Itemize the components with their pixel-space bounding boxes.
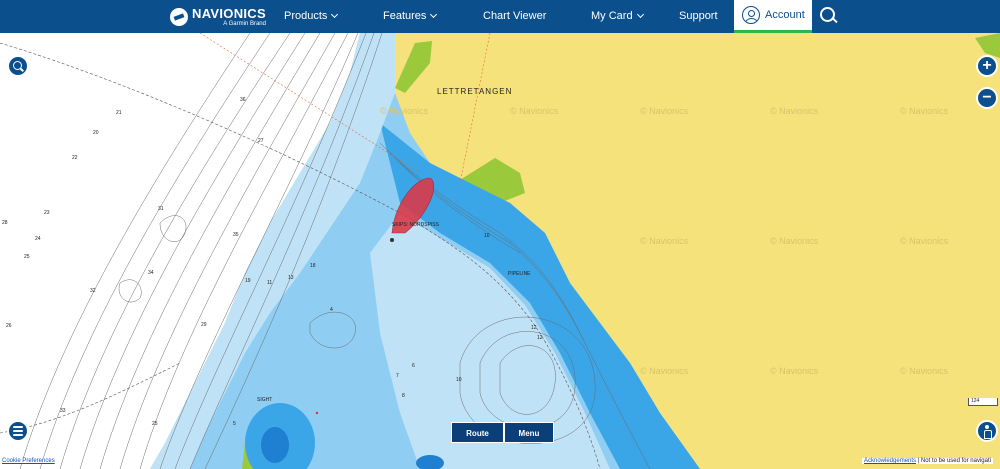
watermark: © Navionics bbox=[900, 106, 949, 116]
nav-products[interactable]: Products bbox=[284, 0, 339, 33]
search-icon bbox=[13, 61, 23, 71]
watermark: © Navionics bbox=[640, 236, 689, 246]
depth-sounding: 10 bbox=[456, 377, 462, 383]
zoom-out-button[interactable]: − bbox=[976, 87, 998, 109]
area-label: SKIPS: NORDSPISS bbox=[392, 222, 439, 228]
depth-sounding: 12 bbox=[537, 335, 543, 341]
depth-sounding: 21 bbox=[116, 110, 122, 116]
search-icon[interactable] bbox=[820, 7, 838, 25]
light-label: SIGHT bbox=[257, 397, 273, 403]
depth-sounding: 31 bbox=[158, 206, 164, 212]
depth-sounding: 26 bbox=[6, 323, 12, 329]
depth-sounding: 25 bbox=[152, 421, 158, 427]
nav-my-card[interactable]: My Card bbox=[591, 0, 644, 33]
watermark: © Navionics bbox=[900, 366, 949, 376]
menu-button[interactable]: Menu bbox=[504, 422, 554, 443]
layers-icon bbox=[13, 426, 23, 436]
cookie-preferences-link[interactable]: Cookie Preferences bbox=[2, 458, 55, 464]
watermark: © Navionics bbox=[900, 236, 949, 246]
nav-products-label: Products bbox=[284, 10, 328, 22]
user-icon bbox=[742, 6, 760, 24]
route-button[interactable]: Route bbox=[451, 422, 504, 443]
brand-subtitle: A Garmin Brand bbox=[223, 21, 266, 27]
bottom-action-bar: Route Menu bbox=[451, 422, 554, 443]
brand-name: NAVIONICS bbox=[192, 6, 266, 21]
watermark: © Navionics bbox=[380, 106, 429, 116]
navionics-logo-icon bbox=[170, 8, 188, 26]
nav-chart-viewer-label: Chart Viewer bbox=[483, 10, 547, 22]
buoy-marker bbox=[390, 238, 394, 242]
light-marker bbox=[315, 411, 319, 415]
depth-sounding: 10 bbox=[484, 233, 490, 239]
chart-canvas bbox=[0, 33, 1000, 469]
watermark: © Navionics bbox=[770, 236, 819, 246]
nav-features[interactable]: Features bbox=[383, 0, 438, 33]
depth-sounding: 8 bbox=[402, 393, 405, 399]
depth-sounding: 18 bbox=[310, 263, 316, 269]
depth-sounding: 5 bbox=[233, 421, 236, 427]
watermark: © Navionics bbox=[640, 106, 689, 116]
disclaimer-text: | Not to be used for navigati bbox=[917, 458, 991, 464]
depth-sounding: 7 bbox=[396, 373, 399, 379]
acknowledgements-link[interactable]: Acknowledgements bbox=[864, 458, 916, 464]
account-label: Account bbox=[765, 9, 805, 21]
nav-support-label: Support bbox=[679, 10, 718, 22]
chevron-down-icon bbox=[636, 10, 644, 19]
place-name-label: LETTRETANGEN bbox=[437, 87, 513, 96]
depth-sounding: 36 bbox=[240, 97, 246, 103]
nav-support[interactable]: Support bbox=[679, 0, 718, 33]
depth-sounding: 25 bbox=[24, 254, 30, 260]
watermark: © Navionics bbox=[770, 366, 819, 376]
chevron-down-icon bbox=[331, 10, 339, 19]
navionics-logo[interactable]: NAVIONICS A Garmin Brand bbox=[170, 5, 266, 29]
nav-features-label: Features bbox=[383, 10, 427, 22]
deep-pocket-core bbox=[261, 427, 289, 463]
depth-sounding: 20 bbox=[93, 130, 99, 136]
depth-sounding: 22 bbox=[72, 155, 78, 161]
depth-sounding: 28 bbox=[2, 220, 8, 226]
depth-sounding: 6 bbox=[412, 363, 415, 369]
nautical-chart-map[interactable]: LETTRETANGEN SKIPS: NORDSPISS PIPELINE S… bbox=[0, 33, 1000, 469]
nav-my-card-label: My Card bbox=[591, 10, 633, 22]
depth-sounding: 24 bbox=[35, 236, 41, 242]
depth-sounding: 29 bbox=[201, 322, 207, 328]
nav-chart-viewer[interactable]: Chart Viewer bbox=[483, 0, 546, 33]
depth-sounding: 27 bbox=[258, 138, 264, 144]
zoom-in-button[interactable]: + bbox=[976, 55, 998, 77]
chevron-down-icon bbox=[430, 10, 438, 19]
footer-disclaimer: Acknowledgements | Not to be used for na… bbox=[862, 458, 993, 464]
depth-sounding: 19 bbox=[245, 278, 251, 284]
depth-sounding: 13 bbox=[288, 275, 294, 281]
scale-bar: 124 bbox=[968, 398, 998, 406]
profile-button[interactable] bbox=[976, 420, 998, 442]
depth-sounding: 33 bbox=[60, 408, 66, 414]
person-icon bbox=[983, 425, 992, 439]
depth-sounding: 11 bbox=[267, 280, 273, 286]
map-search-button[interactable] bbox=[7, 55, 29, 77]
depth-sounding: 4 bbox=[330, 307, 333, 313]
depth-sounding: 12 bbox=[531, 325, 537, 331]
layers-button[interactable] bbox=[7, 420, 29, 442]
depth-sounding: 34 bbox=[148, 270, 154, 276]
watermark: © Navionics bbox=[770, 106, 819, 116]
top-navigation: NAVIONICS A Garmin Brand Products Featur… bbox=[0, 0, 1000, 33]
watermark: © Navionics bbox=[510, 106, 559, 116]
depth-sounding: 23 bbox=[44, 210, 50, 216]
depth-sounding: 35 bbox=[233, 232, 239, 238]
account-button[interactable]: Account bbox=[734, 0, 812, 33]
depth-sounding: 32 bbox=[90, 288, 96, 294]
watermark: © Navionics bbox=[640, 366, 689, 376]
pipeline-label: PIPELINE bbox=[508, 271, 531, 277]
